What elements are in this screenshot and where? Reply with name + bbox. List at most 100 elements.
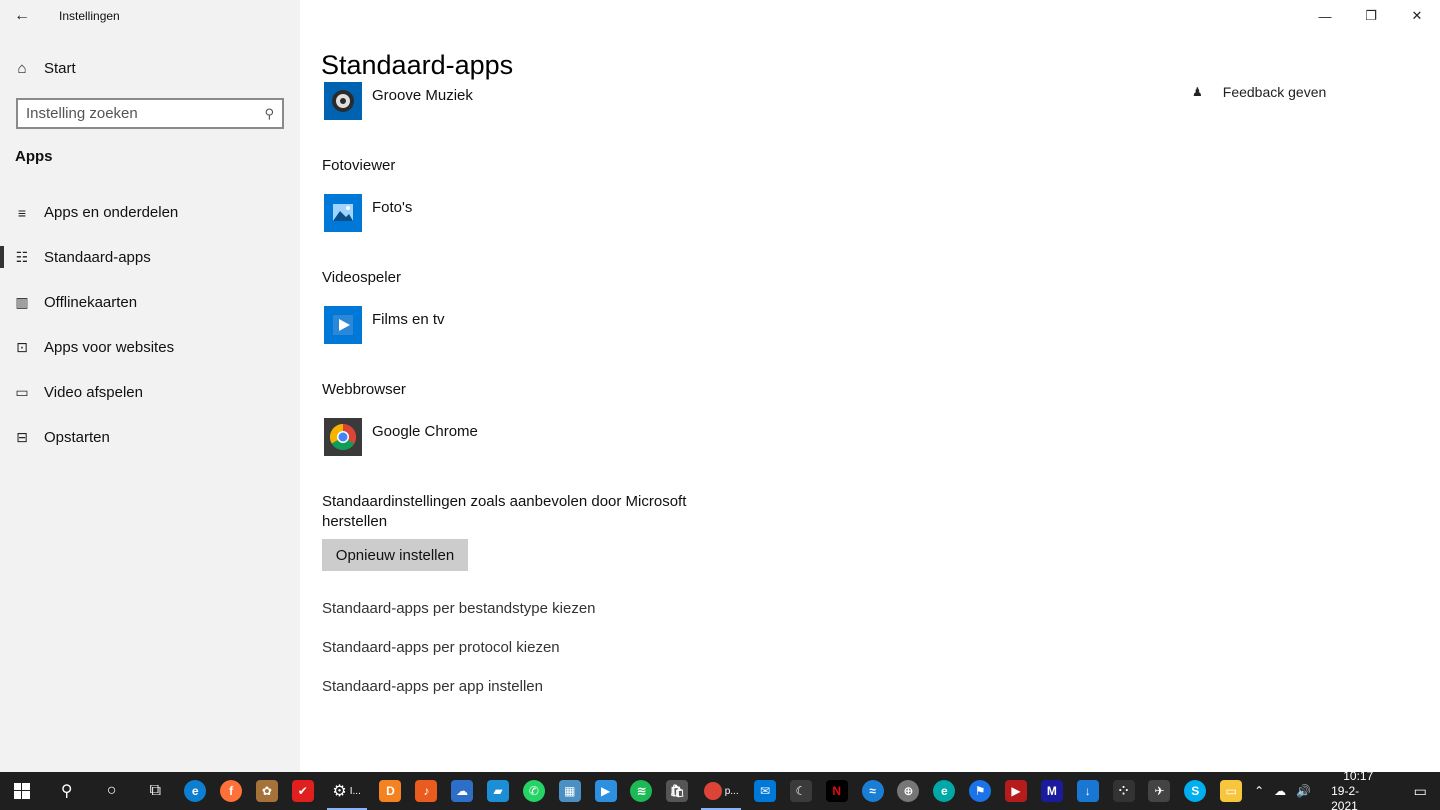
app-icon[interactable]: D <box>373 772 409 810</box>
window-controls: — ❐ ✕ <box>1302 0 1440 32</box>
app-name: Foto's <box>372 199 413 216</box>
sidebar-item-label: Opstarten <box>44 429 110 446</box>
page-title: Standaard-apps <box>321 50 514 80</box>
sidebar-item-offlinekaarten[interactable]: ▥ Offlinekaarten <box>0 280 300 325</box>
taskbar-label: I... <box>349 785 361 797</box>
person-icon: ♟ <box>1192 85 1203 99</box>
app-icon[interactable]: ⁘ <box>1106 772 1142 810</box>
spotify-icon[interactable]: ≋ <box>624 772 660 810</box>
link-by-protocol[interactable]: Standaard-apps per protocol kiezen <box>322 639 560 656</box>
category-fotoviewer: Fotoviewer <box>322 157 396 174</box>
photos-icon <box>324 194 362 232</box>
sidebar-item-standaard-apps[interactable]: ☷ Standaard-apps <box>0 235 300 280</box>
section-title: Apps <box>15 148 53 165</box>
edge-icon[interactable]: e <box>177 772 213 810</box>
video-icon: ▭ <box>15 384 29 400</box>
sidebar-item-label: Offlinekaarten <box>44 294 138 311</box>
skype-icon[interactable]: S <box>1177 772 1213 810</box>
volume-icon[interactable]: 🔊 <box>1296 784 1311 798</box>
download-icon[interactable]: ↓ <box>1070 772 1106 810</box>
app-icon[interactable]: ≈ <box>855 772 891 810</box>
link-by-file-type[interactable]: Standaard-apps per bestandstype kiezen <box>322 600 596 617</box>
taskbar-label: p... <box>724 785 739 797</box>
photo-viewer-app-button[interactable]: Foto's <box>324 194 412 232</box>
search-icon[interactable]: ⚲ <box>264 106 274 122</box>
music-player-app-button[interactable]: Groove Muziek <box>324 82 473 120</box>
app-icon[interactable]: ✈ <box>1142 772 1178 810</box>
category-webbrowser: Webbrowser <box>322 381 406 398</box>
app-name: Groove Muziek <box>372 87 473 104</box>
windows-start-icon[interactable] <box>0 772 44 810</box>
clock[interactable]: 10:17 19-2-2021 <box>1326 769 1390 810</box>
nav-home[interactable]: ⌂ Start <box>0 52 300 84</box>
firefox-icon[interactable]: f <box>213 772 249 810</box>
sidebar-item-apps-en-onderdelen[interactable]: ≡ Apps en onderdelen <box>0 190 300 235</box>
video-player-app-button[interactable]: Films en tv <box>324 306 445 344</box>
map-icon: ▥ <box>15 294 29 310</box>
web-browser-app-button[interactable]: Google Chrome <box>324 418 478 456</box>
app-icon[interactable]: ☾ <box>783 772 819 810</box>
app-icon[interactable]: ☁ <box>444 772 480 810</box>
link-by-app[interactable]: Standaard-apps per app instellen <box>322 678 543 695</box>
chrome-icon <box>324 418 362 456</box>
app-name: Films en tv <box>372 311 445 328</box>
search-icon[interactable]: ⚲ <box>44 772 90 810</box>
back-arrow-icon[interactable]: ← <box>0 0 44 32</box>
groove-music-icon <box>324 82 362 120</box>
clock-time: 10:17 <box>1343 768 1374 783</box>
netflix-icon[interactable]: N <box>819 772 855 810</box>
sidebar-item-video-afspelen[interactable]: ▭ Video afspelen <box>0 370 300 415</box>
file-explorer-icon[interactable]: ▭ <box>1213 772 1249 810</box>
taskbar: ⚲ ○ ⧉ e f ✿ ✔ ⚙ I... D ♪ ☁ ▰ ✆ ▦ ▶ ≋ 🛍 p… <box>0 769 1440 810</box>
malwarebytes-icon[interactable]: M <box>1034 772 1070 810</box>
mail-icon[interactable]: ✉ <box>747 772 783 810</box>
website-app-icon: ⊡ <box>16 339 28 355</box>
clock-date: 19-2-2021 <box>1331 783 1360 810</box>
close-button[interactable]: ✕ <box>1394 0 1440 32</box>
chevron-up-icon[interactable]: ⌃ <box>1254 784 1264 798</box>
category-videospeler: Videospeler <box>322 269 401 286</box>
sidebar-item-apps-voor-websites[interactable]: ⊡ Apps voor websites <box>0 325 300 370</box>
title-bar: ← Instellingen <box>0 0 300 32</box>
startup-icon: ⊟ <box>16 429 28 445</box>
cortana-icon[interactable]: ○ <box>90 772 134 810</box>
nav-list: ≡ Apps en onderdelen ☷ Standaard-apps ▥ … <box>0 190 300 460</box>
app-icon[interactable]: ✿ <box>249 772 285 810</box>
app-icon[interactable]: ♪ <box>408 772 444 810</box>
task-view-icon[interactable]: ⧉ <box>133 772 177 810</box>
app-icon[interactable]: ▶ <box>998 772 1034 810</box>
reset-button[interactable]: Opnieuw instellen <box>322 539 468 571</box>
onedrive-cloud-icon[interactable]: ☁ <box>1274 784 1286 798</box>
taskbar-chrome[interactable]: p... <box>695 772 747 810</box>
films-tv-icon <box>324 306 362 344</box>
sidebar-item-label: Apps voor websites <box>44 339 175 356</box>
taskbar-settings[interactable]: ⚙ I... <box>321 772 373 810</box>
default-apps-icon: ☷ <box>15 249 29 265</box>
sidebar-item-label: Video afspelen <box>44 384 143 401</box>
feedback-link[interactable]: ♟ Feedback geven <box>1192 84 1326 100</box>
nav-home-label: Start <box>44 59 76 77</box>
reset-description: Standaardinstellingen zoals aanbevolen d… <box>322 493 687 530</box>
maps-icon[interactable]: ⚑ <box>962 772 998 810</box>
home-icon: ⌂ <box>17 59 27 77</box>
app-icon[interactable]: ▦ <box>552 772 588 810</box>
app-icon[interactable]: ▶ <box>588 772 624 810</box>
app-name: Google Chrome <box>372 423 478 440</box>
notification-icon[interactable]: ▭ <box>1400 783 1440 800</box>
store-icon[interactable]: 🛍 <box>659 772 695 810</box>
restore-button[interactable]: ❐ <box>1348 0 1394 32</box>
app-icon[interactable]: e <box>926 772 962 810</box>
search-box[interactable]: ⚲ <box>16 98 284 129</box>
whatsapp-icon[interactable]: ✆ <box>516 772 552 810</box>
system-tray: ⌃ ☁ 🔊 10:17 19-2-2021 ▭ <box>1249 769 1440 810</box>
window-title: Instellingen <box>59 9 120 23</box>
app-icon[interactable]: ✔ <box>285 772 321 810</box>
sidebar-item-label: Standaard-apps <box>44 249 151 266</box>
sidebar-item-opstarten[interactable]: ⊟ Opstarten <box>0 415 300 460</box>
app-icon[interactable]: ⊕ <box>891 772 927 810</box>
app-icon[interactable]: ▰ <box>480 772 516 810</box>
feedback-label: Feedback geven <box>1222 84 1327 100</box>
search-input[interactable] <box>26 105 265 122</box>
chrome-icon <box>703 782 722 800</box>
minimize-button[interactable]: — <box>1302 0 1348 32</box>
